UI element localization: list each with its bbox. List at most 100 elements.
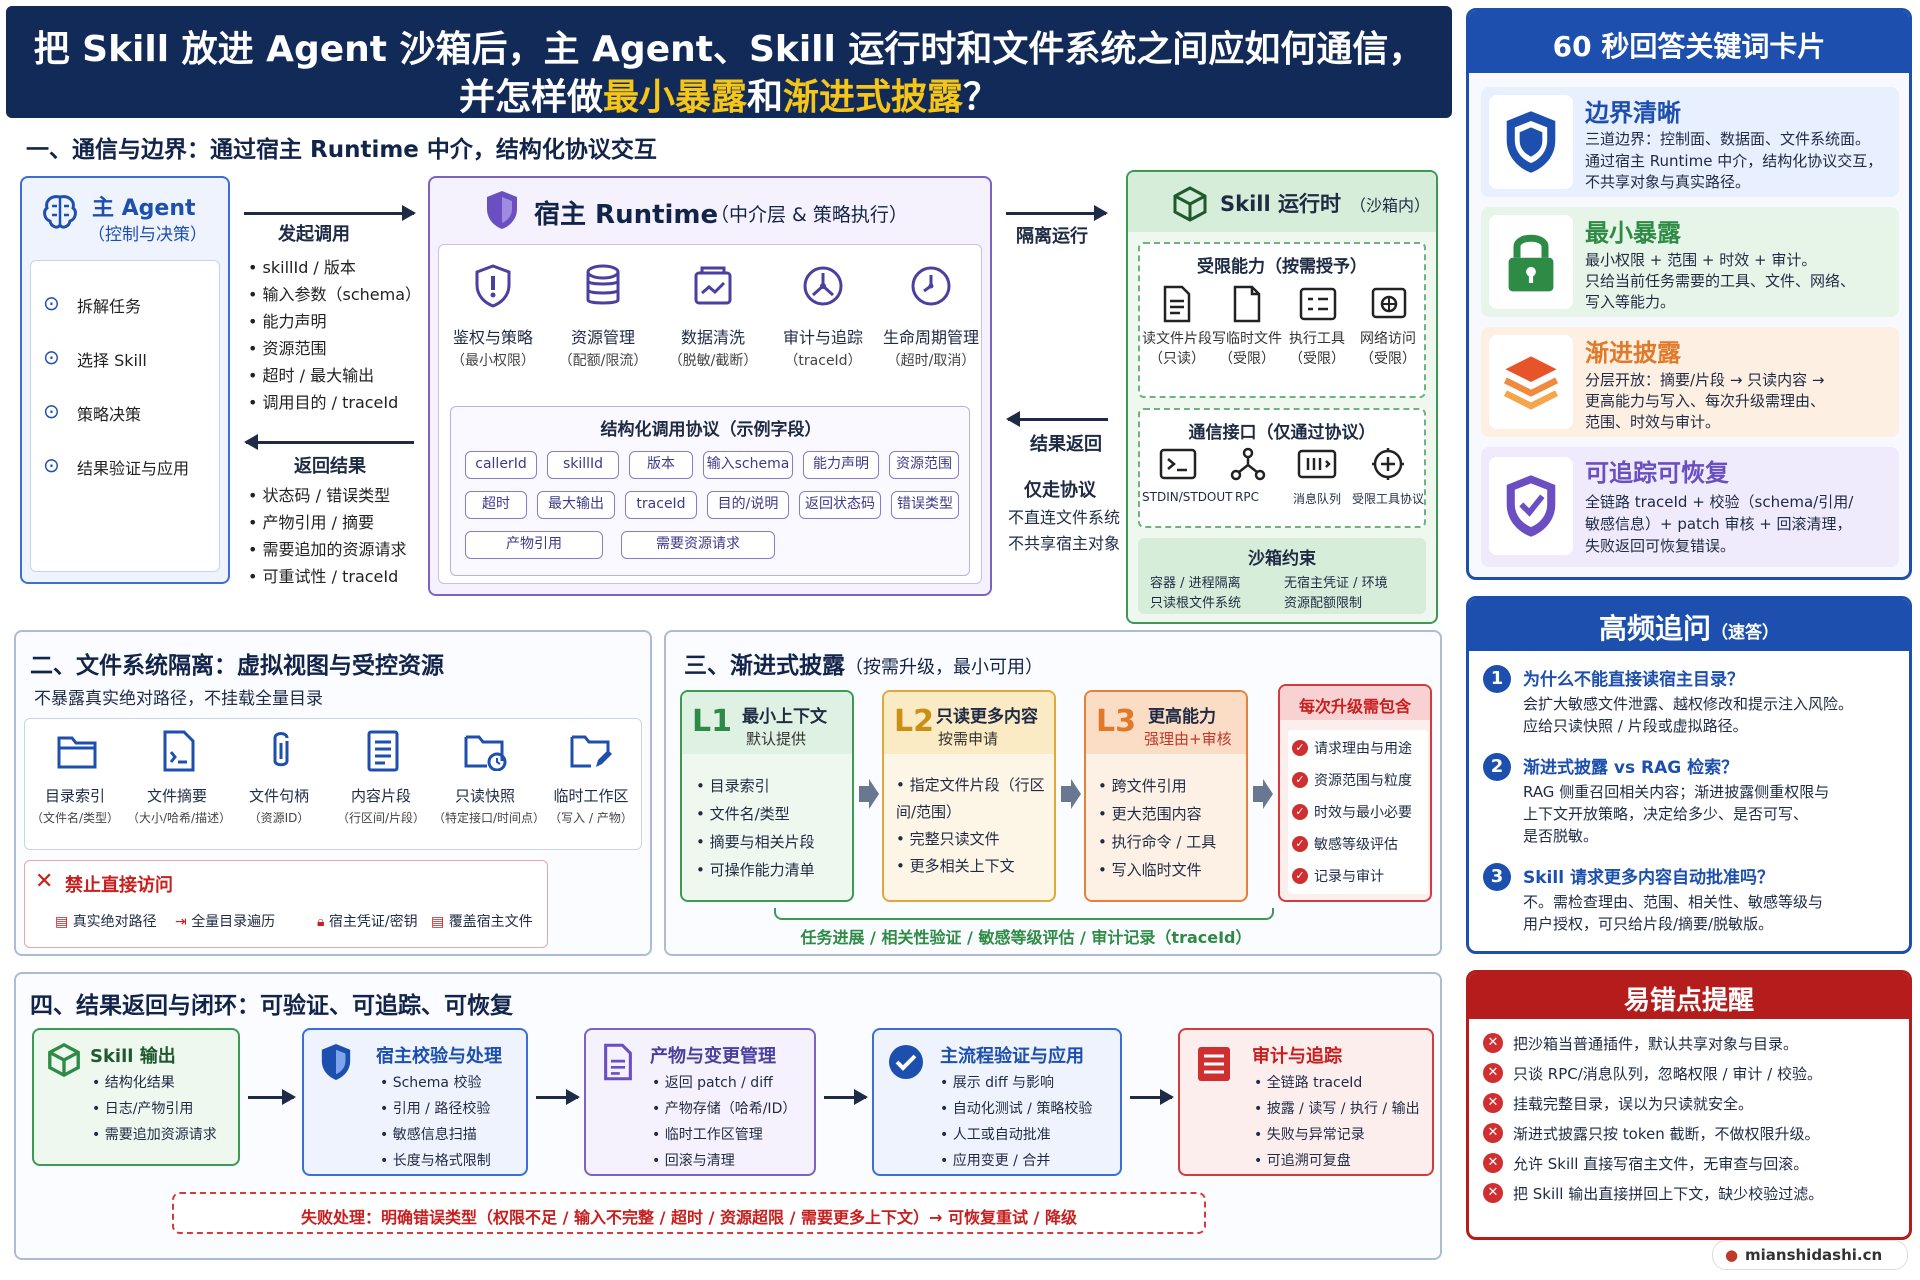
comm-name: 消息队列 [1292, 492, 1341, 506]
list-item-label: 超时 / 最大输出 [262, 366, 375, 385]
key-title: 可追踪可恢复 [1585, 459, 1729, 487]
proto-field: 输入schema [703, 451, 793, 479]
list-item: • 更多相关上下文 [896, 857, 1015, 875]
key-line: 不共享对象与真实路径。 [1585, 173, 1751, 191]
title-text: 并怎样做 [458, 77, 603, 118]
check-circle-icon: ⊙ [43, 291, 60, 315]
list-item-label: 全链路 traceId [1266, 1075, 1363, 1091]
lock-icon: 🔒︎ [317, 914, 325, 930]
faq-answer: 上下文开放策略，决定给多少、是否可写、 [1523, 805, 1809, 823]
return-arrow [244, 434, 414, 450]
network-icon [1370, 284, 1408, 324]
func-name: 审计与追踪 [782, 328, 863, 347]
section-3-panel: 三、渐进式披露（按需升级，最小可用） L1 最小上下文 默认提供 • 目录索引 … [664, 630, 1442, 956]
shield-check-icon [1489, 457, 1573, 555]
no-share-label: 不共享宿主对象 [1008, 534, 1121, 553]
cap-name: 读文件片段 [1142, 331, 1212, 347]
key-line: 只给当前任务需要的工具、文件、网络、 [1585, 272, 1856, 290]
cap-name: 网络访问 [1360, 331, 1416, 347]
list-item-label: 敏感信息扫描 [392, 1127, 477, 1143]
section-4-heading: 四、结果返回与闭环：可验证、可追踪、可恢复 [30, 993, 513, 1019]
list-item: • 写入临时文件 [1098, 861, 1202, 879]
list-item-label: 日志/产物引用 [104, 1101, 194, 1117]
comm-box: 通信接口（仅通过协议） STDIN/STDOUT RPC 消息队列 受限工具协议 [1138, 408, 1426, 528]
list-item-label: 回滚与清理 [664, 1153, 735, 1169]
list-icon [1194, 1044, 1234, 1084]
fs-item-name: 文件摘要 [146, 787, 207, 805]
list-item-label: 调用目的 / traceId [262, 393, 399, 412]
list-item: • 可重试性 / traceId [248, 567, 399, 586]
list-item: • 指定文件片段（行区间/范围） [896, 776, 1045, 821]
step-list: • 返回 patch / diff • 产物存储（哈希/ID） • 临时工作区管… [652, 1070, 796, 1174]
chevron-right-icon [1058, 776, 1084, 812]
keyword-card: 60 秒回答关键词卡片 边界清晰 三道边界：控制面、数据面、文件系统面。 通过宿… [1466, 8, 1912, 580]
clean-data-icon [691, 262, 735, 310]
func-name: 鉴权与策略 [452, 328, 533, 347]
file-summary-icon [157, 729, 201, 773]
step-artifact-mgmt: 产物与变更管理 • 返回 patch / diff • 产物存储（哈希/ID） … [584, 1028, 816, 1176]
upgrade-list: ✓ 请求理由与用途 ✓ 资源范围与粒度 ✓ 时效与最小必要 ✓ 敏感等级评估 ✓ 记录与审… [1288, 730, 1428, 894]
list-item: • 产物存储（哈希/ID） [652, 1101, 797, 1117]
upgrade-item: 资源范围与粒度 [1314, 773, 1412, 789]
folder-clock-icon [463, 729, 507, 773]
tool-list-icon [1298, 284, 1338, 324]
file-icon [1160, 284, 1194, 324]
list-item-label: 资源范围 [262, 339, 327, 358]
func-resource-mgmt: 资源管理 （配额/限流） [550, 262, 656, 382]
list-item: • 返回 patch / diff [652, 1075, 773, 1091]
title-highlight-progressive: 渐进式披露 [783, 77, 964, 118]
title-text: 和 [746, 77, 783, 118]
fs-item-name: 临时工作区 [553, 787, 629, 805]
list-item: • 执行命令 / 工具 [1098, 833, 1217, 851]
step-host-validate: 宿主校验与处理 • Schema 校验 • 引用 / 路径校验 • 敏感信息扫描… [302, 1028, 528, 1176]
step-skill-output: Skill 输出 • 结构化结果 • 日志/产物引用 • 需要追加资源请求 [32, 1028, 240, 1166]
comm-name: 受限工具协议 [1352, 492, 1425, 506]
list-item: • 自动化测试 / 策略校验 [940, 1101, 1093, 1117]
list-item-label: 需要追加的资源请求 [262, 540, 407, 559]
check-circle-icon: ⊙ [43, 399, 60, 423]
list-item-label: 长度与格式限制 [392, 1153, 491, 1169]
func-auth-policy: 鉴权与策略 （最小权限） [440, 262, 546, 382]
skill-runtime-subtitle: （沙箱内） [1350, 196, 1431, 215]
cube-icon [44, 1040, 84, 1080]
blank-file-icon [1230, 284, 1264, 324]
key-line: 敏感信息）+ patch 审核 + 回滚清理， [1585, 515, 1852, 533]
forbid-label: 全量目录遍历 [191, 914, 276, 930]
list-item: • 引用 / 路径校验 [380, 1101, 491, 1117]
fs-items-box: 目录索引 （文件名/类型） 文件摘要 （大小/哈希/描述） 文件句柄 （资源ID） 内… [24, 718, 642, 850]
list-item: • 临时工作区管理 [652, 1127, 763, 1143]
proto-field: 资源范围 [889, 451, 959, 479]
fs-item-name: 只读快照 [454, 787, 515, 805]
key-line: 三道边界：控制面、数据面、文件系统面。 [1585, 130, 1871, 148]
queue-icon [1296, 446, 1338, 482]
chevron-right-icon [856, 776, 882, 812]
key-title: 最小暴露 [1585, 219, 1681, 247]
level-1-box: L1 最小上下文 默认提供 • 目录索引 • 文件名/类型 • 摘要与相关片段 … [680, 690, 854, 902]
faq-answer: 不。需检查理由、范围、相关性、敏感等级与 [1523, 893, 1824, 911]
list-item-label: 跨文件引用 [1111, 777, 1187, 795]
list-item-label: 写入临时文件 [1111, 861, 1202, 879]
list-item: • Schema 校验 [380, 1075, 482, 1091]
check-icon: ✓ [1292, 740, 1308, 756]
func-name: 资源管理 [570, 328, 635, 347]
list-item-label: 可重试性 / traceId [262, 567, 399, 586]
fs-item-sub: （资源ID） [248, 811, 310, 825]
skill-runtime-title: Skill 运行时 [1220, 192, 1341, 216]
layers-icon [1489, 335, 1573, 429]
chevron-right-icon [1250, 776, 1276, 812]
check-icon: ✓ [1292, 804, 1308, 820]
fs-item-sub: （写入 / 产物） [549, 811, 633, 825]
upgrade-box: 每次升级需包含 ✓ 请求理由与用途 ✓ 资源范围与粒度 ✓ 时效与最小必要 ✓ 敏感等级… [1278, 684, 1432, 902]
level-tag: L3 [1096, 704, 1136, 739]
list-item: • 需要追加资源请求 [92, 1127, 217, 1143]
level-list: • 跨文件引用 • 更大范围内容 • 执行命令 / 工具 • 写入临时文件 [1098, 772, 1216, 884]
list-item-label: 摘要与相关片段 [709, 833, 815, 851]
return-title: 返回结果 [294, 456, 366, 477]
list-item: • 更大范围内容 [1098, 805, 1202, 823]
key-title: 渐进披露 [1585, 339, 1681, 367]
list-item: • 日志/产物引用 [92, 1101, 194, 1117]
section-2-heading: 二、文件系统隔离：虚拟视图与受控资源 [30, 653, 444, 679]
key-min-exposure: 最小暴露 最小权限 + 范围 + 时效 + 审计。 只给当前任务需要的工具、文件… [1481, 207, 1899, 317]
key-line: 通过宿主 Runtime 中介，结构化协议交互， [1585, 152, 1883, 170]
forbid-label: 覆盖宿主文件 [448, 914, 533, 930]
